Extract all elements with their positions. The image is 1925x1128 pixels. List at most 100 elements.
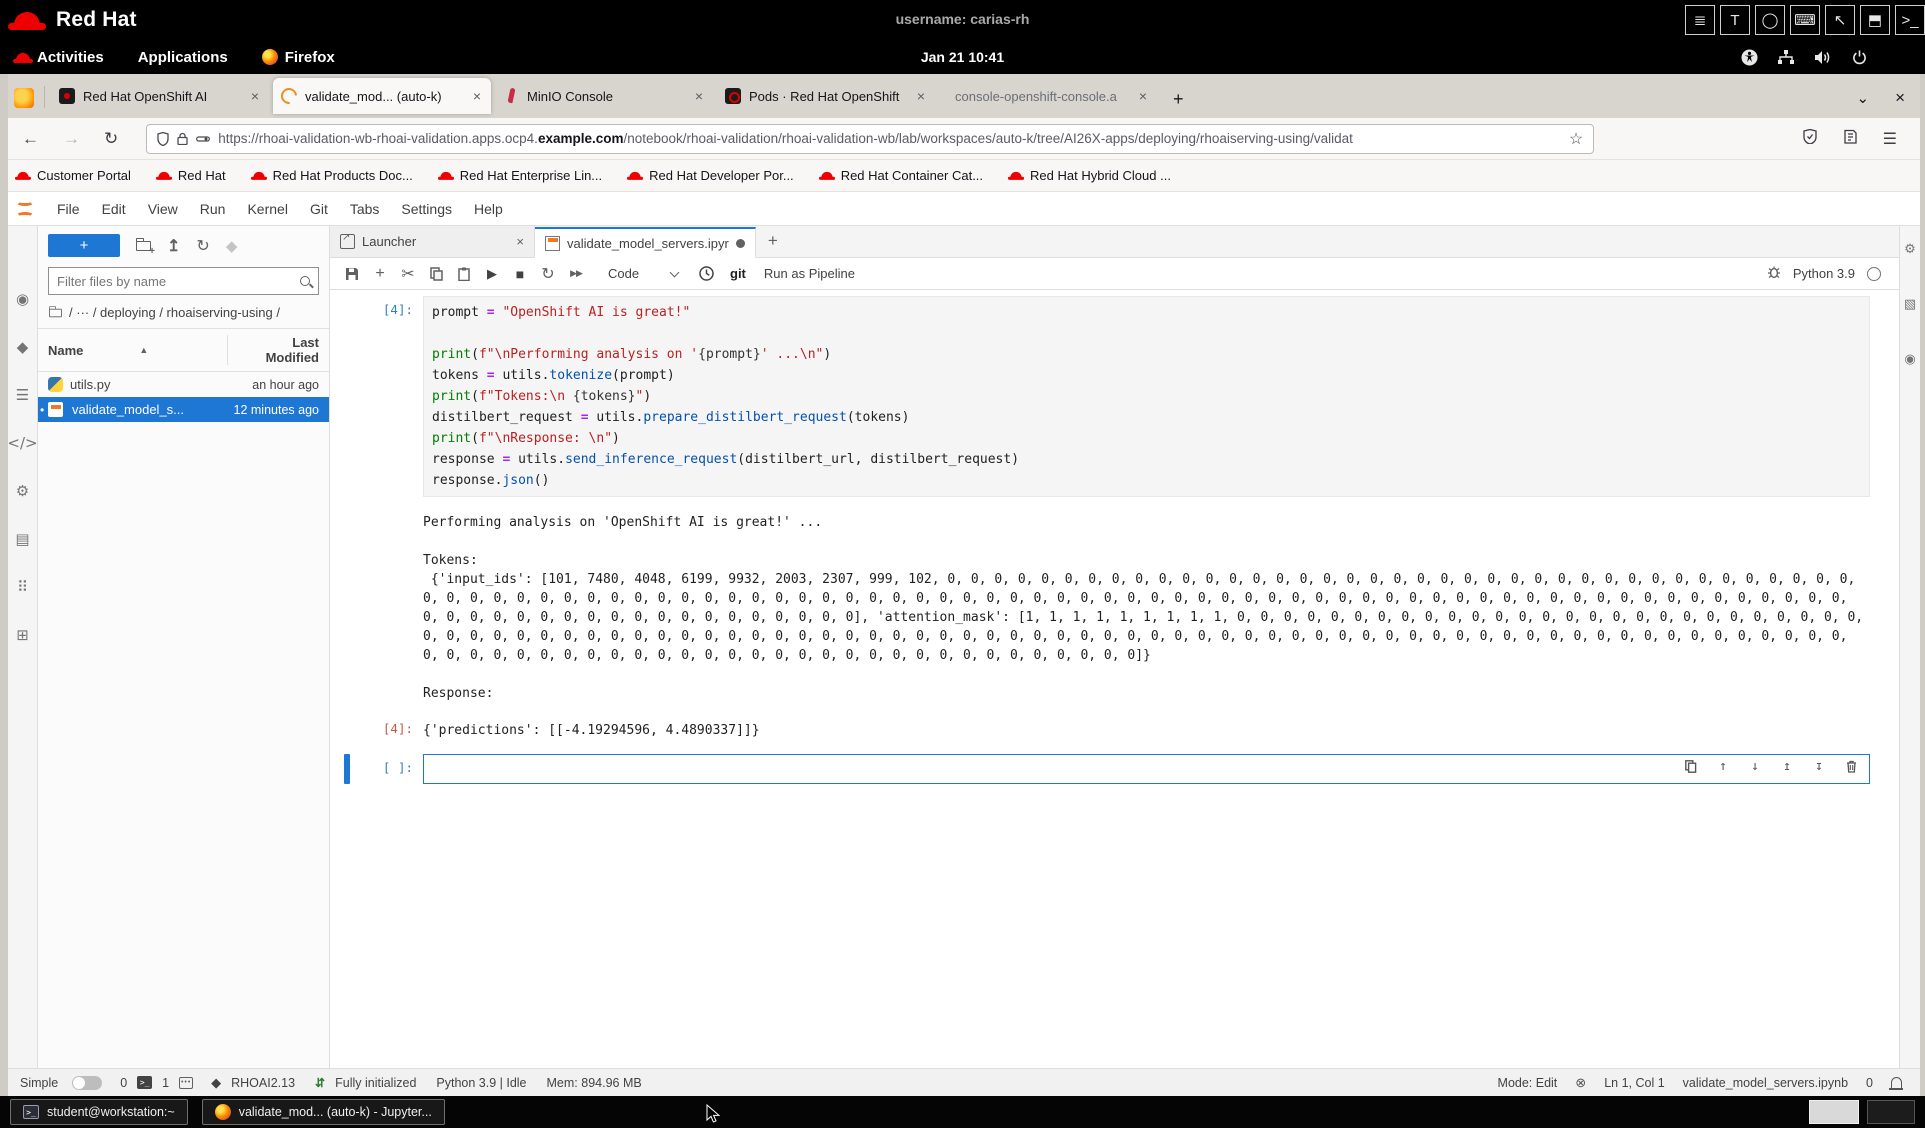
git-clone-icon[interactable]: ◆ (226, 237, 238, 255)
tab-close-icon[interactable]: × (471, 88, 483, 104)
terminals-count[interactable]: 0 (120, 1076, 127, 1090)
bell-icon[interactable] (1891, 1077, 1902, 1088)
run-as-pipeline-button[interactable]: Run as Pipeline (756, 266, 863, 281)
browser-tab[interactable]: Red Hat OpenShift AI × (51, 78, 269, 114)
notebook-jobs-icon[interactable]: ▤ (12, 528, 34, 550)
kernel-status-icon[interactable] (1867, 267, 1881, 281)
firefox-view-icon[interactable] (14, 88, 34, 108)
toc-icon[interactable]: ☰ (12, 384, 34, 406)
git-icon[interactable]: ◆ (12, 336, 34, 358)
bookmark-item[interactable]: Red Hat (157, 168, 226, 183)
url-bar[interactable]: https://rhoai-validation-wb-rhoai-valida… (146, 124, 1594, 154)
debugger-bug-icon[interactable] (1767, 265, 1781, 282)
menu-item[interactable]: File (46, 201, 91, 217)
new-doc-tab-button[interactable]: + (756, 231, 790, 251)
lock-icon[interactable] (177, 132, 188, 145)
edit-mode-label[interactable]: Mode: Edit (1498, 1076, 1558, 1090)
new-folder-icon[interactable]: + (136, 237, 151, 254)
back-button[interactable]: ← (12, 127, 49, 151)
document-tab[interactable]: Launcher × (330, 226, 535, 257)
bookmark-item[interactable]: Red Hat Hybrid Cloud ... (1009, 168, 1171, 183)
menu-item[interactable]: Git (299, 201, 339, 217)
new-launcher-button[interactable]: + (48, 234, 120, 257)
palette-icon[interactable]: ▧ (1904, 297, 1916, 312)
hamburger-menu-icon[interactable]: ☰ (1883, 129, 1897, 149)
running-sessions-icon[interactable]: ◉ (12, 288, 34, 310)
tab-close-icon[interactable]: × (915, 88, 927, 104)
init-status[interactable]: Fully initialized (335, 1076, 416, 1090)
forward-button[interactable]: → (53, 127, 90, 151)
validate_model_s...[interactable]: validate_model_s... 12 minutes ago (38, 397, 329, 422)
bookmark-item[interactable]: Red Hat Products Doc... (252, 168, 413, 183)
menu-item[interactable]: Edit (91, 201, 137, 217)
paste-icon[interactable] (450, 262, 478, 286)
stop-icon[interactable]: ■ (506, 262, 534, 286)
workspace-indicator[interactable] (1867, 1100, 1915, 1124)
menu-item[interactable]: View (137, 201, 189, 217)
bookmark-item[interactable]: Red Hat Developer Por... (628, 168, 794, 183)
notification-count[interactable]: 0 (1866, 1076, 1873, 1090)
debugger-icon[interactable]: ◉ (1904, 352, 1915, 367)
workspace-indicator-active[interactable] (1809, 1100, 1859, 1124)
copy-icon[interactable] (422, 262, 450, 286)
move-cell-down-icon[interactable]: ↓ (1747, 758, 1763, 774)
save-to-pocket-icon[interactable] (1843, 129, 1857, 149)
code-editor[interactable]: prompt = "OpenShift AI is great!" print(… (423, 296, 1870, 497)
breadcrumb[interactable]: / ··· / deploying / rhoaiserving-using / (38, 303, 329, 328)
menu-item[interactable]: Tabs (339, 201, 391, 217)
reload-button[interactable]: ↻ (94, 127, 128, 151)
code-cell[interactable]: [4]: prompt = "OpenShift AI is great!" p… (330, 296, 1899, 497)
notebook-content[interactable]: [4]: prompt = "OpenShift AI is great!" p… (330, 290, 1899, 1068)
insert-cell-icon[interactable]: + (366, 262, 394, 286)
browser-tab[interactable]: validate_mod... (auto-k) × (273, 78, 491, 114)
move-cell-up-icon[interactable]: ↑ (1715, 758, 1731, 774)
insert-cell-below-icon[interactable]: ↧ (1811, 758, 1827, 774)
components-icon[interactable]: ⠿ (12, 576, 34, 598)
bookmark-item[interactable]: Red Hat Container Cat... (820, 168, 983, 183)
window-close-icon[interactable]: × (1895, 88, 1905, 108)
browser-tab[interactable]: Pods · Red Hat OpenShift × (717, 78, 935, 114)
duplicate-cell-icon[interactable] (1683, 758, 1699, 774)
browser-tab[interactable]: MinIO Console × (495, 78, 713, 114)
tab-close-icon[interactable]: × (249, 88, 261, 104)
menu-item[interactable]: Settings (390, 201, 463, 217)
url-text[interactable]: https://rhoai-validation-wb-rhoai-valida… (218, 131, 1561, 146)
file-filter-box[interactable] (48, 267, 319, 295)
restart-run-all-icon[interactable]: ▶▶ (562, 262, 590, 286)
property-inspector-icon[interactable]: ⚙ (1904, 242, 1916, 257)
utils.py[interactable]: utils.py an hour ago (38, 372, 329, 397)
cursor-position[interactable]: Ln 1, Col 1 (1604, 1076, 1664, 1090)
kernel-state[interactable]: Python 3.9 | Idle (436, 1076, 526, 1090)
shield-icon[interactable] (157, 132, 169, 146)
delete-cell-icon[interactable] (1843, 758, 1859, 774)
refresh-icon[interactable]: ↻ (196, 236, 209, 256)
gears-icon[interactable]: ⚙ (12, 480, 34, 502)
tab-close-icon[interactable]: × (693, 88, 705, 104)
simple-mode-toggle[interactable] (72, 1076, 102, 1090)
file-browser-icon[interactable] (12, 240, 34, 262)
empty-cell[interactable]: [ ]: ↑ ↓ ↥ ↧ (330, 754, 1899, 784)
taskbar-terminal-window[interactable]: >_ student@workstation:~ (10, 1099, 188, 1125)
cell-type-select[interactable]: Code (600, 262, 686, 286)
git-toolbar-button[interactable]: git (720, 266, 756, 281)
kernels-count[interactable]: 1 (162, 1076, 169, 1090)
menu-item[interactable]: Help (463, 201, 514, 217)
tab-close-icon[interactable]: × (1137, 88, 1149, 104)
clock[interactable]: Jan 21 10:41 (0, 49, 1925, 65)
run-icon[interactable]: ▶ (478, 262, 506, 286)
bookmark-item[interactable]: Customer Portal (16, 168, 131, 183)
bookmark-star-icon[interactable]: ☆ (1569, 129, 1583, 149)
bookmark-item[interactable]: Red Hat Enterprise Lin... (439, 168, 602, 183)
file-filter-input[interactable] (57, 274, 294, 289)
menu-item[interactable]: Kernel (236, 201, 298, 217)
doc-tab-close-icon[interactable]: × (516, 234, 524, 249)
restart-kernel-icon[interactable]: ↻ (534, 262, 562, 286)
list-all-tabs-icon[interactable]: ⌄ (1856, 89, 1869, 107)
extension-manager-icon[interactable]: ⊞ (12, 624, 34, 646)
upload-icon[interactable]: ↥ (167, 236, 180, 256)
empty-cell-editor[interactable]: ↑ ↓ ↥ ↧ (423, 754, 1870, 784)
kernel-name-label[interactable]: Python 3.9 (1793, 266, 1855, 281)
history-clock-icon[interactable] (692, 262, 720, 286)
document-tab[interactable]: validate_model_servers.ipyr × (535, 227, 756, 258)
permissions-icon[interactable] (196, 134, 210, 144)
